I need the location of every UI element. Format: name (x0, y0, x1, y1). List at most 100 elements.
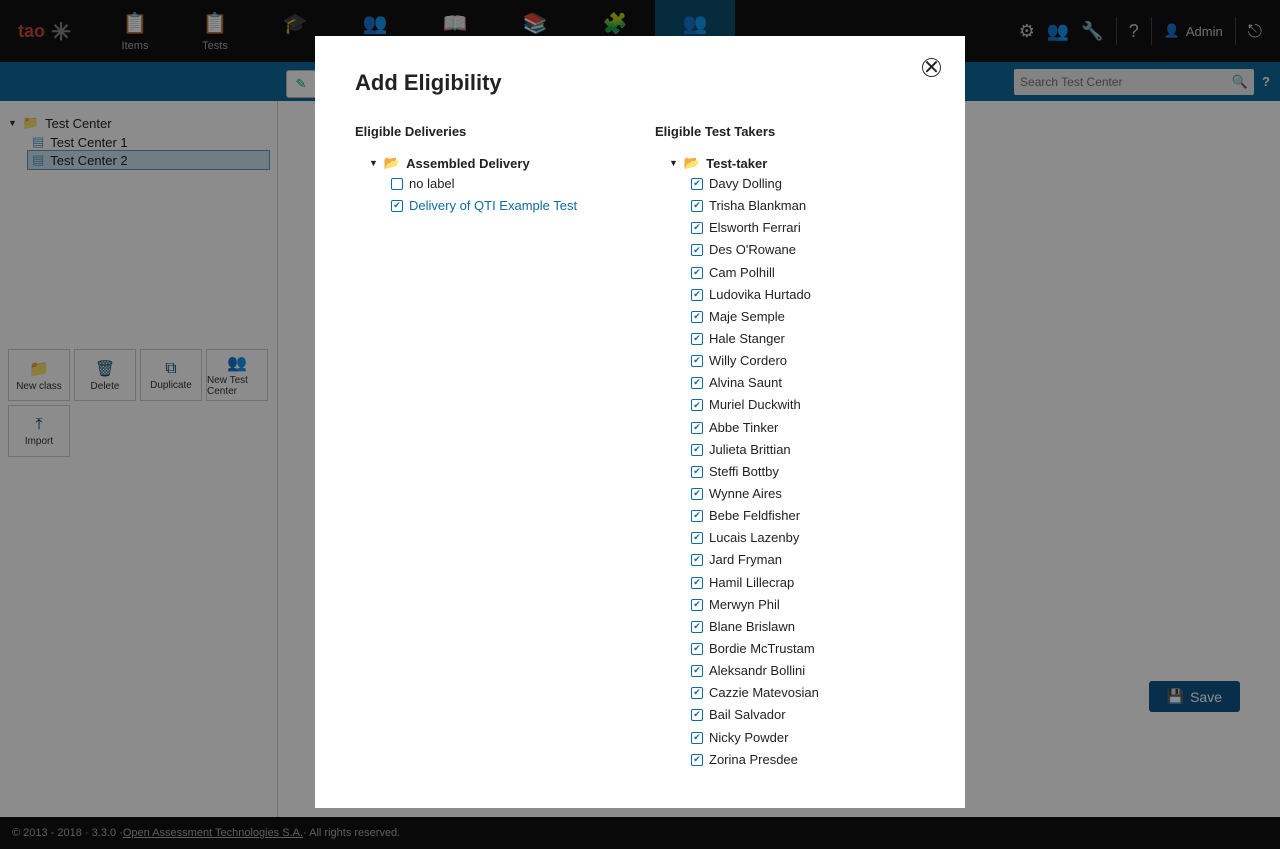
checkbox[interactable] (691, 422, 703, 434)
checkbox[interactable] (691, 532, 703, 544)
testtaker-item[interactable]: Hamil Lillecrap (655, 572, 919, 594)
testtaker-name: Lucais Lazenby (709, 528, 799, 548)
checkbox[interactable] (691, 399, 703, 411)
testtaker-item[interactable]: Abbe Tinker (655, 417, 919, 439)
testtaker-item[interactable]: Davy Dolling (655, 173, 919, 195)
checkbox[interactable] (691, 311, 703, 323)
checkbox[interactable] (691, 599, 703, 611)
testtakers-heading: Eligible Test Takers (655, 124, 925, 139)
checkbox[interactable] (691, 754, 703, 766)
testtaker-name: Ludovika Hurtado (709, 285, 811, 305)
deliveries-heading: Eligible Deliveries (355, 124, 625, 139)
delivery-folder-label: Assembled Delivery (406, 156, 530, 171)
testtaker-item[interactable]: Ludovika Hurtado (655, 284, 919, 306)
chevron-down-icon: ▼ (669, 158, 678, 168)
checkbox[interactable] (691, 289, 703, 301)
testtaker-name: Bordie McTrustam (709, 639, 815, 659)
testtaker-name: Bail Salvador (709, 705, 786, 725)
testtaker-name: Cam Polhill (709, 263, 775, 283)
checkbox[interactable] (691, 643, 703, 655)
checkbox[interactable] (691, 466, 703, 478)
checkbox[interactable] (691, 687, 703, 699)
checkbox[interactable] (691, 510, 703, 522)
testtaker-name: Trisha Blankman (709, 196, 806, 216)
testtaker-item[interactable]: Elsworth Ferrari (655, 217, 919, 239)
testtaker-name: Steffi Bottby (709, 462, 779, 482)
testtaker-name: Muriel Duckwith (709, 395, 801, 415)
testtaker-item[interactable]: Hale Stanger (655, 328, 919, 350)
testtaker-item[interactable]: Lucais Lazenby (655, 527, 919, 549)
testtaker-item[interactable]: Bordie McTrustam (655, 638, 919, 660)
testtaker-folder-label: Test-taker (706, 156, 767, 171)
testtaker-item[interactable]: Des O'Rowane (655, 239, 919, 261)
checkbox[interactable] (691, 333, 703, 345)
checkbox[interactable] (691, 444, 703, 456)
close-icon[interactable]: ✕ (922, 58, 941, 77)
testtaker-name: Aleksandr Bollini (709, 661, 805, 681)
testtaker-item[interactable]: Bail Salvador (655, 704, 919, 726)
testtaker-name: Wynne Aires (709, 484, 782, 504)
checkbox[interactable] (691, 732, 703, 744)
chevron-down-icon: ▼ (369, 158, 378, 168)
testtaker-item[interactable]: Everett Lanceter (655, 771, 919, 773)
testtaker-item[interactable]: Julieta Brittian (655, 439, 919, 461)
checkbox[interactable] (691, 488, 703, 500)
checkbox[interactable] (691, 554, 703, 566)
testtaker-item[interactable]: Maje Semple (655, 306, 919, 328)
modal-overlay: ✕ Add Eligibility Eligible Deliveries ▼ … (0, 0, 1280, 849)
testtaker-item[interactable]: Steffi Bottby (655, 461, 919, 483)
testtaker-item[interactable]: Cazzie Matevosian (655, 682, 919, 704)
testtaker-item[interactable]: Alvina Saunt (655, 372, 919, 394)
testtaker-name: Hamil Lillecrap (709, 573, 794, 593)
testtaker-name: Jard Fryman (709, 550, 782, 570)
testtaker-name: Abbe Tinker (709, 418, 778, 438)
checkbox[interactable] (691, 577, 703, 589)
checkbox[interactable] (691, 665, 703, 677)
testtaker-item[interactable]: Merwyn Phil (655, 594, 919, 616)
checkbox[interactable] (691, 178, 703, 190)
checkbox[interactable] (691, 244, 703, 256)
checkbox[interactable] (691, 709, 703, 721)
testtaker-item[interactable]: Bebe Feldfisher (655, 505, 919, 527)
testtaker-name: Elsworth Ferrari (709, 218, 801, 238)
testtaker-item[interactable]: Blane Brislawn (655, 616, 919, 638)
checkbox[interactable] (691, 200, 703, 212)
testtaker-item[interactable]: Muriel Duckwith (655, 394, 919, 416)
modal-title: Add Eligibility (355, 70, 925, 96)
testtaker-item[interactable]: Wynne Aires (655, 483, 919, 505)
testtaker-name: Merwyn Phil (709, 595, 780, 615)
checkbox[interactable] (691, 355, 703, 367)
checkbox[interactable] (691, 267, 703, 279)
checkbox[interactable] (691, 377, 703, 389)
testtaker-name: Cazzie Matevosian (709, 683, 819, 703)
testtaker-name: Maje Semple (709, 307, 785, 327)
folder-icon: 📂 (384, 155, 400, 171)
checkbox[interactable] (691, 621, 703, 633)
testtaker-item[interactable]: Jard Fryman (655, 549, 919, 571)
checkbox[interactable] (391, 200, 403, 212)
testtaker-item[interactable]: Willy Cordero (655, 350, 919, 372)
delivery-item[interactable]: no label (355, 173, 625, 195)
testtaker-name: Willy Cordero (709, 351, 787, 371)
folder-icon: 📂 (684, 155, 700, 171)
testtaker-name: Davy Dolling (709, 174, 782, 194)
testtaker-name: Julieta Brittian (709, 440, 791, 460)
checkbox[interactable] (691, 222, 703, 234)
testtaker-item[interactable]: Trisha Blankman (655, 195, 919, 217)
testtakers-column: Eligible Test Takers ▼ 📂 Test-taker Davy… (655, 124, 925, 773)
testtaker-name: Blane Brislawn (709, 617, 795, 637)
add-eligibility-modal: ✕ Add Eligibility Eligible Deliveries ▼ … (315, 36, 965, 808)
testtaker-item[interactable]: Zorina Presdee (655, 749, 919, 771)
testtaker-item[interactable]: Aleksandr Bollini (655, 660, 919, 682)
delivery-item-label: Delivery of QTI Example Test (409, 196, 577, 216)
testtaker-item[interactable]: Nicky Powder (655, 727, 919, 749)
testtaker-name: Bebe Feldfisher (709, 506, 800, 526)
testtaker-item[interactable]: Cam Polhill (655, 262, 919, 284)
delivery-item-label: no label (409, 174, 455, 194)
testtaker-name: Des O'Rowane (709, 240, 796, 260)
testtaker-name: Alvina Saunt (709, 373, 782, 393)
checkbox[interactable] (391, 178, 403, 190)
testtaker-folder[interactable]: ▼ 📂 Test-taker (669, 153, 919, 173)
delivery-item[interactable]: Delivery of QTI Example Test (355, 195, 625, 217)
delivery-folder[interactable]: ▼ 📂 Assembled Delivery (369, 153, 625, 173)
